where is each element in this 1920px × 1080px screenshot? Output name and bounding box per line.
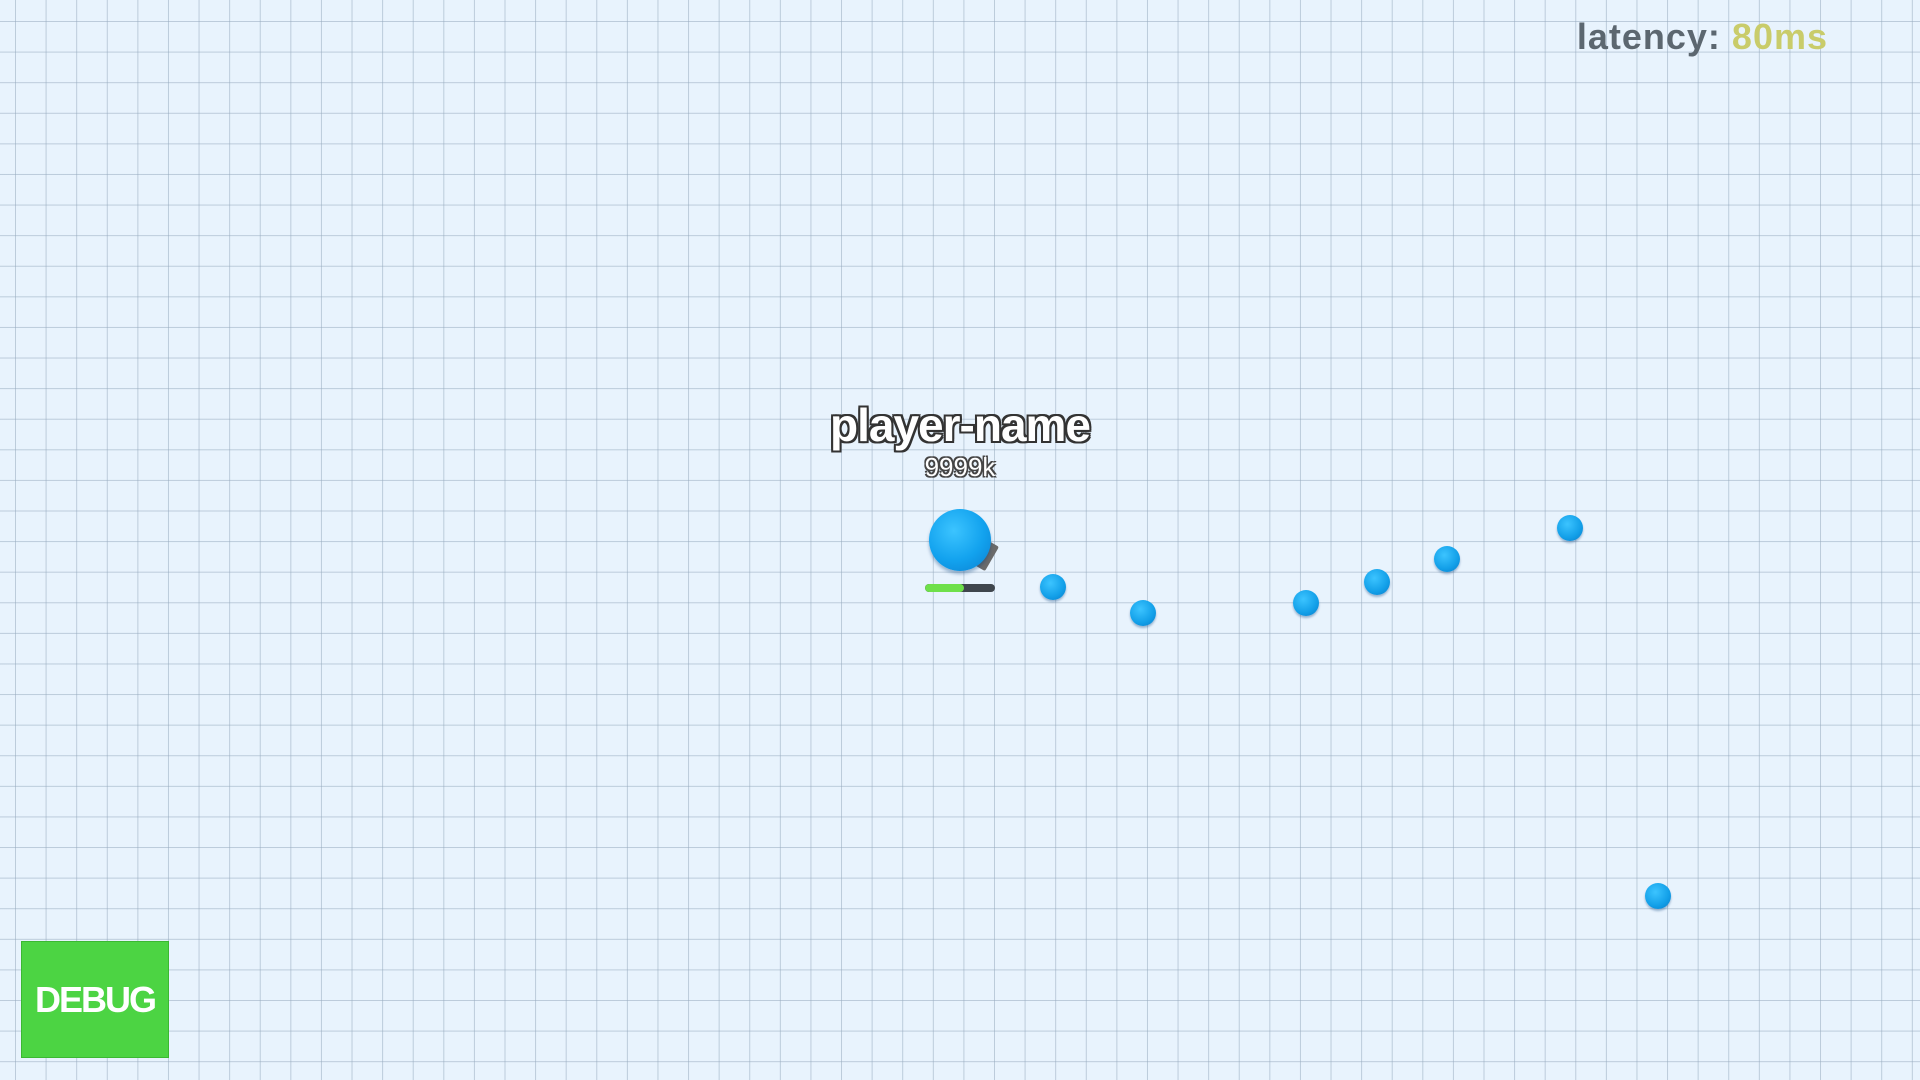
bullet [1130, 600, 1156, 626]
bullet [1293, 590, 1319, 616]
player-score-label: 9999k [924, 452, 996, 482]
bullet [1040, 574, 1066, 600]
game-canvas[interactable]: latency: 80ms player-name 9999k DEBUG [0, 0, 1920, 1080]
player-name-label: player-name [829, 399, 1091, 451]
debug-button[interactable]: DEBUG [21, 941, 169, 1058]
bullet [1557, 515, 1583, 541]
latency-label: latency: [1576, 16, 1721, 57]
latency-indicator: latency: 80ms [1577, 16, 1828, 58]
player-body [929, 509, 991, 571]
bullet [1364, 569, 1390, 595]
player-health-fill [925, 584, 964, 592]
latency-value: 80ms [1731, 16, 1828, 57]
bullet [1645, 883, 1671, 909]
player-health-bar [925, 584, 995, 592]
bullet [1434, 546, 1460, 572]
